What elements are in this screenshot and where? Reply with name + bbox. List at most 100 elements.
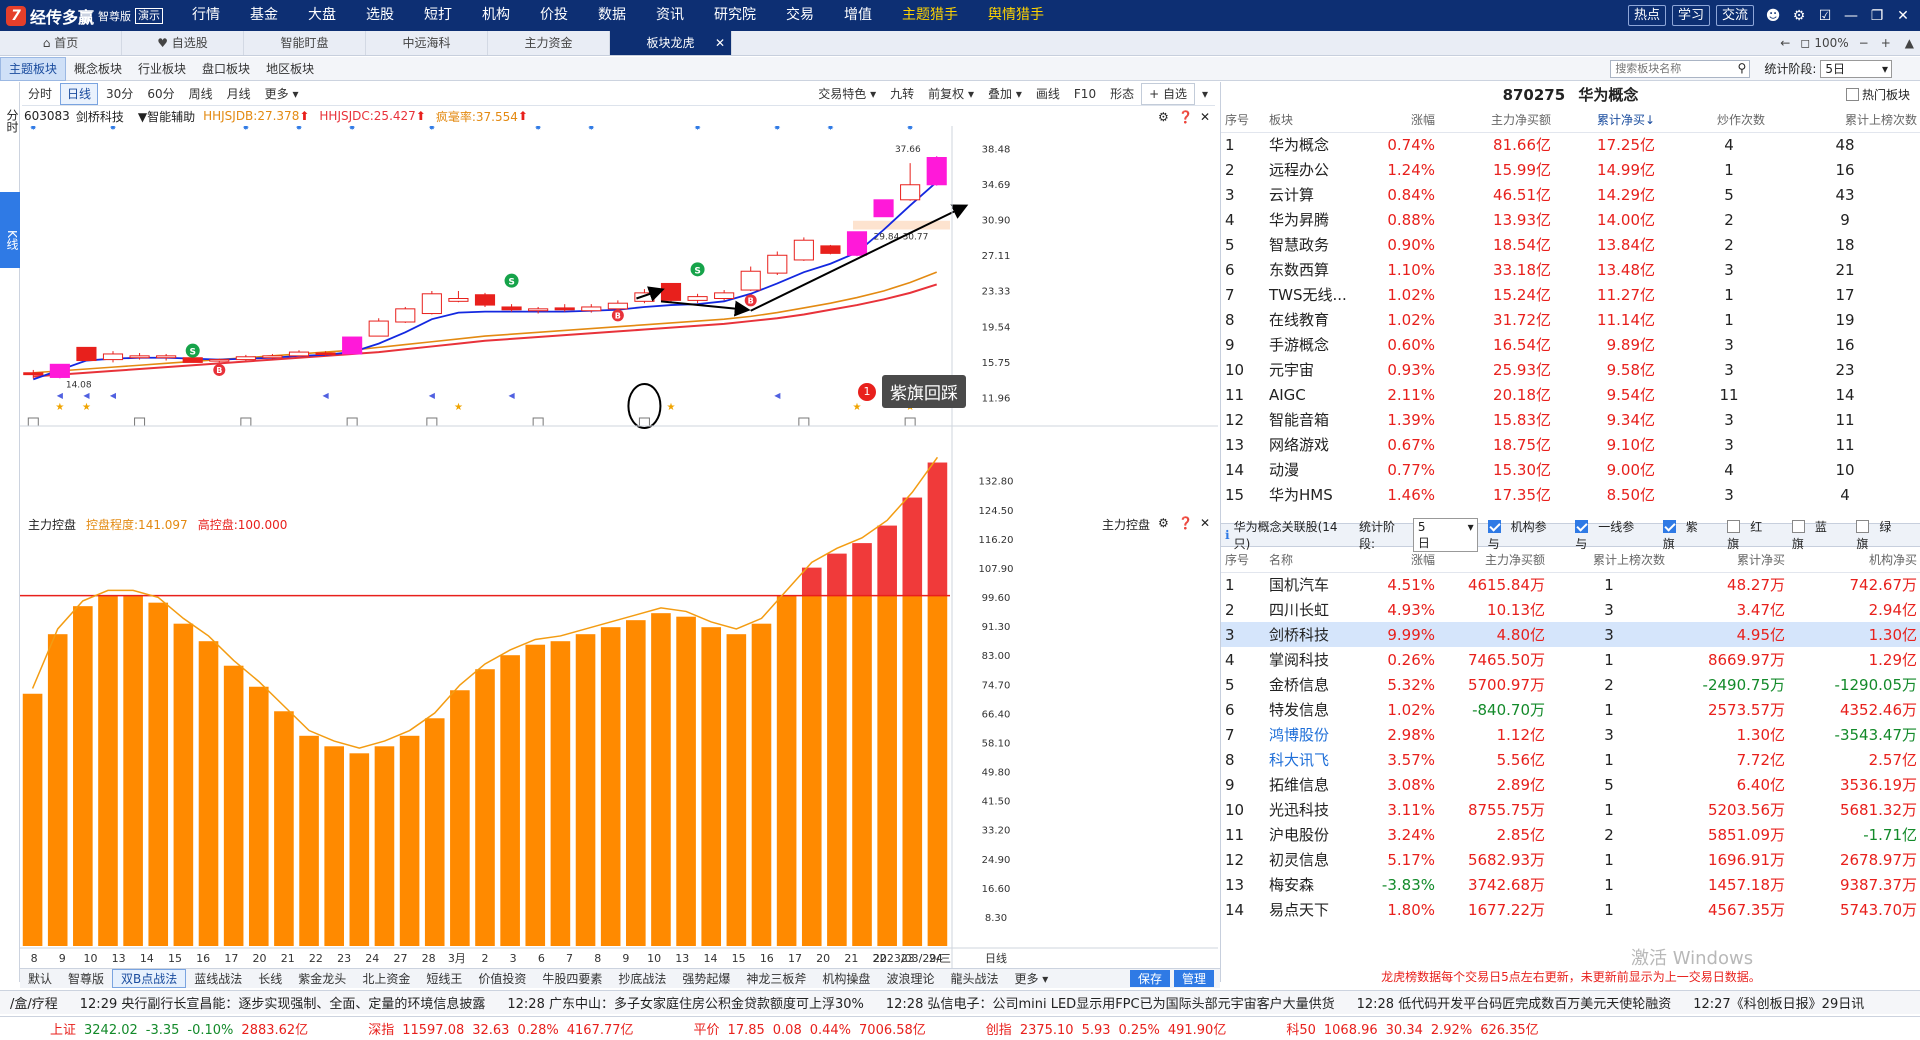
sector-row[interactable]: 7 TWS无线... 1.02% 15.24亿 11.27亿 1 17 [1221, 282, 1920, 307]
tab-smart-watch[interactable]: 智能盯盘 [244, 31, 366, 55]
menu-item-quote[interactable]: 行情 [177, 0, 235, 31]
assist-toggle[interactable]: ▼智能辅助 [138, 108, 195, 125]
related-stat-select[interactable]: 5日 [1412, 518, 1478, 552]
strategy-northbound[interactable]: 北上资金 [354, 970, 418, 987]
strategy-institution[interactable]: 机构操盘 [814, 970, 878, 987]
pane-close-icon[interactable]: ✕ [1200, 110, 1210, 124]
subtab-industry[interactable]: 行业板块 [130, 58, 194, 80]
draw-line-button[interactable]: 画线 [1029, 84, 1067, 104]
stock-row[interactable]: 4 掌阅科技 0.26% 7465.50万 1 8669.97万 1.29亿 [1221, 647, 1920, 672]
minimize-icon[interactable]: — [1838, 8, 1864, 24]
search-icon[interactable]: ⚲ [1738, 61, 1747, 75]
menu-item-sentiment-hunter[interactable]: 舆情猎手 [973, 0, 1059, 31]
strategy-blue-line[interactable]: 蓝线战法 [186, 970, 250, 987]
strategy-dragon-three[interactable]: 神龙三板斧 [738, 970, 814, 987]
strategy-bottom[interactable]: 抄底战法 [610, 970, 674, 987]
ticker-item[interactable]: 12:28 广东中山：多子女家庭住房公积金贷款额度可上浮30% [507, 993, 864, 1012]
chevron-down-icon[interactable]: ▾ [1195, 84, 1215, 104]
stock-row[interactable]: 6 特发信息 1.02% -840.70万 1 2573.57万 4352.46万 [1221, 697, 1920, 722]
app-logo[interactable]: 7 经传多赢 智尊版 演示 [0, 0, 164, 31]
col-header[interactable]: 序号 [1221, 548, 1265, 573]
col-header[interactable]: 主力净买额 [1439, 548, 1549, 573]
pane-settings-icon[interactable]: ⚙ [1158, 110, 1169, 124]
back-icon[interactable]: ← [1780, 36, 1790, 50]
stock-row[interactable]: 1 国机汽车 4.51% 4615.84万 1 48.27万 742.67万 [1221, 572, 1920, 597]
stock-row[interactable]: 12 初灵信息 5.17% 5682.93万 1 1696.91万 2678.97万 [1221, 847, 1920, 872]
subtab-board[interactable]: 盘口板块 [194, 58, 258, 80]
subtab-theme[interactable]: 主题板块 [0, 56, 67, 81]
sector-row[interactable]: 14 动漫 0.77% 15.30亿 9.00亿 4 10 [1221, 457, 1920, 482]
index-item[interactable]: 科50 1068.96 30.34 2.92% 626.35亿 [1286, 1019, 1546, 1038]
learn-button[interactable]: 学习 [1671, 5, 1710, 26]
menu-item-research[interactable]: 研究院 [699, 0, 771, 31]
stock-row[interactable]: 8 科大讯飞 3.57% 5.56亿 1 7.72亿 2.57亿 [1221, 747, 1920, 772]
manage-button[interactable]: 管理 [1173, 970, 1214, 987]
filter-blue-flag[interactable]: 蓝旗 [1791, 518, 1847, 552]
zoom-level[interactable]: 100% [1814, 36, 1848, 50]
period-more[interactable]: 更多 ▾ [259, 84, 305, 104]
menu-item-vas[interactable]: 增值 [829, 0, 887, 31]
filter-first-line[interactable]: 一线参与 [1575, 518, 1653, 552]
index-item[interactable]: 平价 17.85 0.08 0.44% 7006.58亿 [694, 1019, 934, 1038]
sector-row[interactable]: 5 智慧政务 0.90% 18.54亿 13.84亿 2 18 [1221, 232, 1920, 257]
subtab-concept[interactable]: 概念板块 [66, 58, 130, 80]
menu-item-short[interactable]: 短打 [409, 0, 467, 31]
col-header[interactable]: 累计净买 [1669, 548, 1789, 573]
stock-row[interactable]: 5 金桥信息 5.32% 5700.97万 2 -2490.75万 -1290.05万 [1221, 672, 1920, 697]
skin-icon[interactable]: ☑ [1812, 8, 1838, 24]
f10-button[interactable]: F10 [1067, 84, 1103, 104]
sector-row[interactable]: 15 华为HMS 1.46% 17.35亿 8.50亿 3 4 [1221, 482, 1920, 507]
sector-row[interactable]: 13 网络游戏 0.67% 18.75亿 9.10亿 3 11 [1221, 432, 1920, 457]
sector-row[interactable]: 8 在线教育 1.02% 31.72亿 11.14亿 1 19 [1221, 307, 1920, 332]
index-item[interactable]: 深指 11597.08 32.63 0.28% 4167.77亿 [368, 1019, 641, 1038]
period-30m[interactable]: 30分 [100, 84, 139, 104]
strategy-dragon-head[interactable]: 龍头战法 [942, 970, 1006, 987]
sector-row[interactable]: 6 东数西算 1.10% 33.18亿 13.48亿 3 21 [1221, 257, 1920, 282]
col-header[interactable]: 板块 [1265, 108, 1369, 133]
sector-row[interactable]: 10 元宇宙 0.93% 25.93亿 9.58亿 3 23 [1221, 357, 1920, 382]
settings-icon[interactable]: ⚙ [1786, 8, 1812, 24]
index-item[interactable]: 创指 2375.10 5.93 0.25% 491.90亿 [986, 1019, 1235, 1038]
vtab-kline[interactable]: K线 [0, 192, 20, 268]
menu-item-theme-hunter[interactable]: 主题猎手 [887, 0, 973, 31]
pattern-button[interactable]: 形态 [1103, 84, 1141, 104]
chart-area[interactable]: 38.48 34.69 30.90 27.11 23.33 19.54 15.75 11.96… [20, 110, 1218, 972]
kline-chart[interactable]: 38.48 34.69 30.90 27.11 23.33 19.54 15.75 11.96… [20, 123, 1218, 968]
community-button[interactable]: 交流 [1715, 5, 1754, 26]
period-60m[interactable]: 60分 [141, 84, 180, 104]
zoom-minus-icon[interactable]: − [1859, 36, 1869, 50]
stat-period-select[interactable]: 5日 [1820, 59, 1892, 78]
sector-row[interactable]: 1 华为概念 0.74% 81.66亿 17.25亿 4 48 [1221, 132, 1920, 157]
pane-close-icon[interactable]: ✕ [1200, 516, 1210, 530]
stock-row[interactable]: 13 梅安森 -3.83% 3742.68万 1 1457.18万 9387.37万 [1221, 872, 1920, 897]
ticker-item[interactable]: 12:28 低代码开发平台码匠完成数百万美元天使轮融资 [1357, 993, 1672, 1012]
period-daily[interactable]: 日线 [60, 82, 99, 105]
strategy-default[interactable]: 默认 [20, 970, 60, 987]
ticker-item[interactable]: 12:28 弘信电子：公司mini LED显示用FPC已为国际头部元宇宙客户大量… [886, 993, 1335, 1012]
stock-row[interactable]: 14 易点天下 1.80% 1677.22万 1 4567.35万 5743.70万 [1221, 897, 1920, 922]
col-header[interactable]: 主力净买额 [1439, 108, 1555, 133]
adjust-button[interactable]: 前复权 ▾ [921, 84, 981, 104]
pane-help-icon[interactable]: ❓ [1178, 516, 1193, 530]
close-icon[interactable]: ✕ [1890, 8, 1916, 24]
period-monthly[interactable]: 月线 [221, 84, 257, 104]
tab-sector-dragon[interactable]: 板块龙虎 ✕ [610, 31, 732, 55]
sector-row[interactable]: 12 智能音箱 1.39% 15.83亿 9.34亿 3 11 [1221, 407, 1920, 432]
filter-green-flag[interactable]: 绿旗 [1856, 518, 1911, 552]
search-box[interactable]: ⚲ [1610, 59, 1751, 78]
hot-sector-checkbox[interactable]: 热门板块 [1845, 82, 1910, 108]
tab-close-icon[interactable]: ✕ [715, 31, 725, 55]
pane-help-icon[interactable]: ❓ [1178, 110, 1193, 124]
nine-turn-button[interactable]: 九转 [883, 84, 921, 104]
strategy-double-b[interactable]: 双B点战法 [112, 969, 187, 988]
sector-row[interactable]: 2 远程办公 1.24% 15.99亿 14.99亿 1 16 [1221, 157, 1920, 182]
strategy-gold-dragon[interactable]: 紫金龙头 [290, 970, 354, 987]
stock-row[interactable]: 10 光迅科技 3.11% 8755.75万 1 5203.56万 5681.32万 [1221, 797, 1920, 822]
menu-item-screener[interactable]: 选股 [351, 0, 409, 31]
menu-item-fund[interactable]: 基金 [235, 0, 293, 31]
sector-row[interactable]: 4 华为昇腾 0.88% 13.93亿 14.00亿 2 9 [1221, 207, 1920, 232]
menu-item-data[interactable]: 数据 [583, 0, 641, 31]
ticker-item[interactable]: 12:29 央行副行长宣昌能：逐步实现强制、全面、定量的环境信息披露 [80, 993, 486, 1012]
trade-feature-button[interactable]: 交易特色 ▾ [811, 84, 883, 104]
strategy-premium[interactable]: 智尊版 [60, 970, 112, 987]
